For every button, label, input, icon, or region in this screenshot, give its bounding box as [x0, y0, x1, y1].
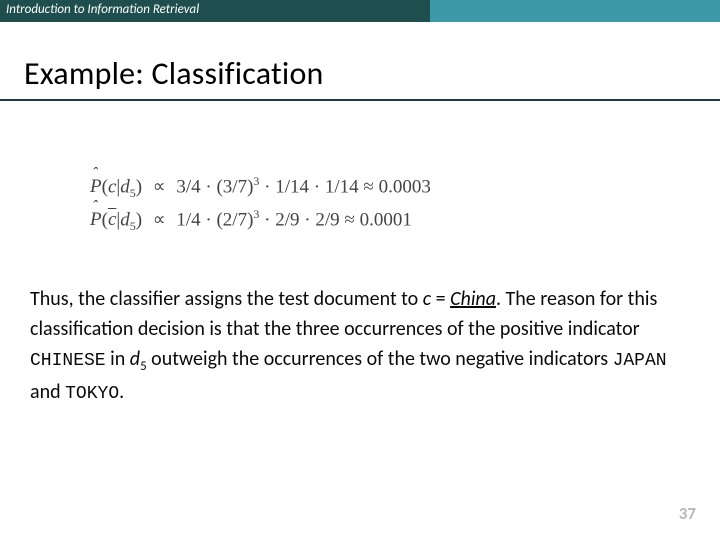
- result: 0.0003: [379, 176, 431, 197]
- exp: 3: [253, 207, 259, 221]
- word-chinese: CHINESE: [30, 351, 106, 371]
- sub-5: 5: [140, 359, 147, 374]
- term: 2/9: [275, 209, 299, 230]
- dot: ·: [264, 209, 270, 230]
- term: (2/7): [216, 209, 253, 230]
- equation-row-1: P(c|d5) ∝ 3/4 · (3/7)3 · 1/14 · 1/14 ≈ 0…: [90, 171, 720, 204]
- italic-china: China: [450, 287, 496, 311]
- class-c: c: [108, 176, 116, 197]
- explanation-paragraph: Thus, the classifier assigns the test do…: [30, 284, 690, 408]
- course-title: Introduction to Information Retrieval: [0, 0, 430, 22]
- text: in: [106, 347, 130, 371]
- page-title: Example: Classification: [24, 54, 720, 93]
- dot: ·: [304, 209, 310, 230]
- text-period: .: [119, 380, 124, 404]
- dot: ·: [314, 176, 320, 197]
- approx: ≈: [344, 209, 354, 230]
- term: 2/9: [315, 209, 339, 230]
- text: outweigh the occurrences of the two nega…: [147, 347, 613, 371]
- slide-header: Introduction to Information Retrieval: [0, 0, 720, 22]
- dot: ·: [205, 209, 211, 230]
- p-hat: P: [90, 204, 102, 236]
- doc-num: 5: [130, 219, 136, 233]
- propto: ∝: [147, 209, 172, 229]
- term: (3/7): [216, 176, 253, 197]
- title-underline: [0, 99, 720, 101]
- page-number: 37: [679, 503, 696, 524]
- math-block: P(c|d5) ∝ 3/4 · (3/7)3 · 1/14 · 1/14 ≈ 0…: [90, 171, 720, 236]
- doc-d: d: [120, 176, 130, 197]
- word-japan: JAPAN: [613, 351, 667, 371]
- term: 3/4: [176, 176, 200, 197]
- word-tokyo: TOKYO: [65, 384, 119, 404]
- term: 1/14: [325, 176, 359, 197]
- var-d: d: [130, 347, 140, 371]
- text-and: and: [30, 380, 65, 404]
- dot: ·: [205, 176, 211, 197]
- text: Thus, the classifier assigns the test do…: [30, 287, 423, 311]
- exp: 3: [253, 174, 259, 188]
- var-c: c: [423, 287, 431, 311]
- equation-row-2: P(c|d5) ∝ 1/4 · (2/7)3 · 2/9 · 2/9 ≈ 0.0…: [90, 204, 720, 237]
- propto: ∝: [147, 176, 172, 196]
- term: 1/4: [176, 209, 200, 230]
- equals: =: [431, 287, 450, 311]
- doc-num: 5: [130, 186, 136, 200]
- approx: ≈: [363, 176, 373, 197]
- dot: ·: [264, 176, 270, 197]
- header-accent: [430, 0, 720, 22]
- class-cbar: c: [108, 211, 116, 228]
- term: 1/14: [275, 176, 309, 197]
- result: 0.0001: [360, 209, 412, 230]
- doc-d: d: [120, 209, 130, 230]
